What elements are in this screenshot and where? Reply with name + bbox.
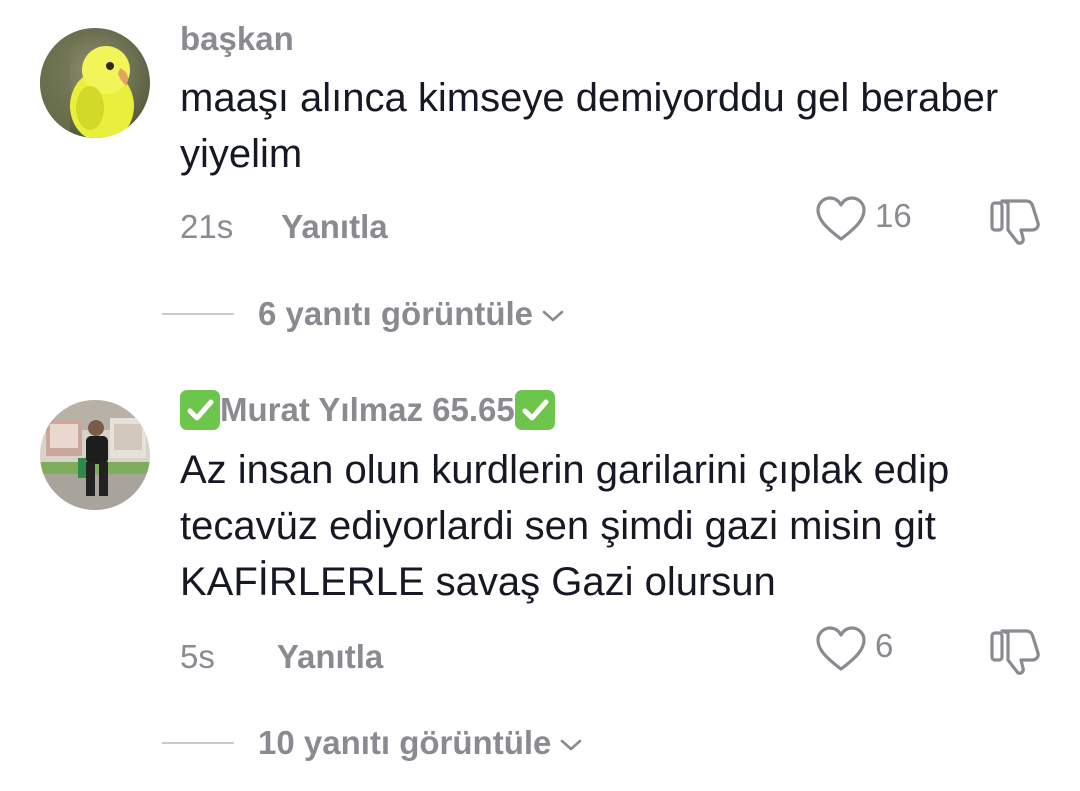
username[interactable]: Murat Yılmaz 65.65 check-mark-button-ico… (180, 390, 555, 430)
view-replies-label: 10 yanıtı görüntüle (258, 724, 552, 761)
heart-icon (816, 196, 866, 241)
dislike-button[interactable] (988, 627, 1042, 680)
username-text: Murat Yılmaz 65.65 (220, 391, 515, 428)
view-replies-label: 6 yanıtı görüntüle (258, 295, 534, 332)
comment-meta: 5s Yanıtla (180, 638, 383, 676)
timestamp: 5s (180, 638, 215, 675)
timestamp: 21s (180, 208, 234, 245)
check-mark-button-icon (180, 390, 220, 430)
thumbs-down-icon (990, 199, 1040, 245)
view-replies-button[interactable]: 6 yanıtı görüntüle (162, 295, 565, 333)
check-mark-button-icon (514, 390, 555, 430)
like-count: 16 (875, 197, 912, 234)
chevron-down-icon (542, 310, 564, 322)
chevron-down-icon (561, 739, 582, 751)
reply-button[interactable]: Yanıtla (281, 208, 387, 246)
view-replies-button[interactable]: 10 yanıtı görüntüle (162, 724, 583, 762)
thumbs-down-icon (990, 629, 1040, 675)
heart-icon (816, 626, 866, 671)
comment-text: maaşı alınca kimseye demiyorddu gel bera… (180, 76, 999, 176)
divider-line (162, 742, 234, 744)
reply-button[interactable]: Yanıtla (277, 638, 383, 676)
avatar[interactable] (40, 28, 150, 138)
man-storefront-photo-avatar (40, 400, 150, 510)
like-button[interactable]: 6 (815, 625, 893, 673)
dislike-button[interactable] (988, 197, 1042, 250)
comment-meta: 21s Yanıtla (180, 208, 388, 246)
yellow-parakeet-avatar (40, 28, 150, 138)
divider-line (162, 313, 234, 315)
like-count: 6 (875, 627, 894, 664)
avatar[interactable] (40, 400, 150, 510)
like-button[interactable]: 16 (815, 195, 912, 243)
username[interactable]: başkan (180, 20, 294, 58)
comment-text: Az insan olun kurdlerin garilarini çıpla… (180, 448, 950, 604)
